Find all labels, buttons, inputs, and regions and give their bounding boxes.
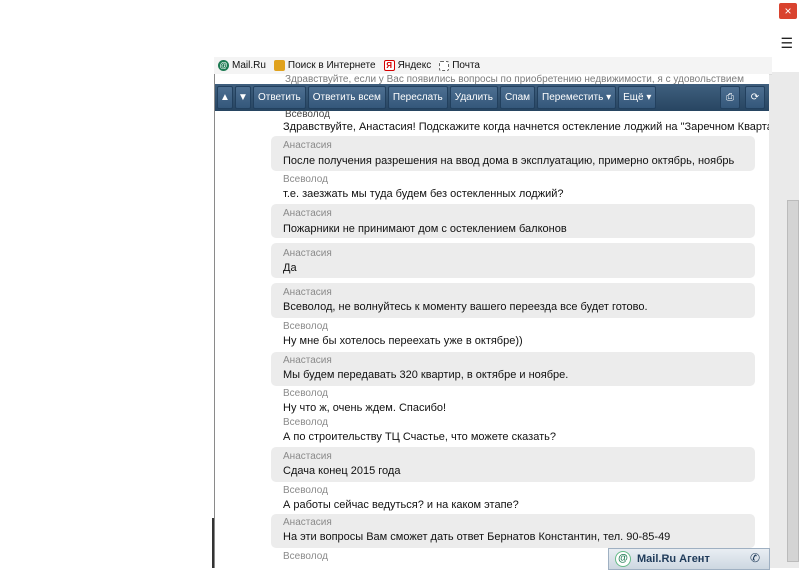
message-author: Всеволод [283,174,328,185]
message-item: Анастасия На эти вопросы Вам сможет дать… [271,514,755,548]
message-item: Всеволод А по строительству ТЦ Счастье, … [271,416,755,446]
prev-button[interactable]: ▲ [217,86,233,109]
link-label: Mail.Ru [232,60,266,71]
message-item: Всеволод А работы сейчас ведуться? и на … [271,484,755,514]
message-item: Анастасия Пожарники не принимают дом с о… [271,204,755,238]
message-text: Ну что ж, очень ждем. Спасибо! [283,402,447,414]
message-text: Здравствуйте, Анастасия! Подскажите когд… [283,121,769,133]
message-text: Пожарники не принимают дом с остеклением… [283,223,567,235]
mailru-icon: @ [218,60,229,71]
window-controls: × ☰ [777,0,799,60]
message-author: Всеволод [283,321,328,332]
scrollbar[interactable] [787,200,799,562]
link-label: Поиск в Интернете [287,60,376,71]
message-item: Анастасия Всеволод, не волнуйтесь к моме… [271,283,755,318]
message-text: Сдача конец 2015 года [283,465,401,477]
print-icon[interactable]: ⎙ [720,86,740,109]
agent-logo-icon: @ [615,551,631,567]
message-item: Всеволод Ну что ж, очень ждем. Спасибо! [271,387,755,417]
message-item: Здравствуйте, Анастасия! Подскажите когд… [271,118,769,136]
delete-button[interactable]: Удалить [449,86,498,109]
message-item: Анастасия Сдача конец 2015 года [271,447,755,482]
message-text: Мы будем передавать 320 квартир, в октяб… [283,369,569,381]
links-bar: @ Mail.Ru Поиск в Интернете Я Яндекс Поч… [214,57,772,75]
yandex-icon: Я [383,60,395,71]
message-author: Анастасия [283,517,332,528]
message-author: Всеволод [283,388,328,399]
link-label: Яндекс [397,60,432,71]
phone-icon[interactable]: ✆ [745,549,765,567]
chat-window: Здравствуйте, если у Вас появились вопро… [214,74,769,568]
toolbar-right: ⎙ ⟳ [718,86,765,109]
message-item: Всеволод т.е. заезжать мы туда будем без… [271,172,755,204]
message-text: Всеволод, не волнуйтесь к моменту вашего… [283,301,648,313]
message-text: т.е. заезжать мы туда будем без остеклен… [283,188,564,200]
message-author: Анастасия [283,355,332,366]
reply-button[interactable]: Ответить [253,86,306,109]
message-item: Всеволод Ну мне бы хотелось переехать уж… [271,320,755,350]
mail-icon [439,60,450,71]
message-author: Всеволод [283,417,328,428]
message-item: Анастасия После получения разрешения на … [271,136,755,171]
more-button[interactable]: Ещё ▾ [618,86,657,109]
link-mail[interactable]: Почта [439,60,480,71]
next-button[interactable]: ▼ [235,86,251,109]
message-author: Анастасия [283,248,332,259]
frame-edge [212,518,214,568]
message-text: Ну мне бы хотелось переехать уже в октяб… [283,335,523,347]
message-text: А по строительству ТЦ Счастье, что может… [283,431,556,443]
reply-all-button[interactable]: Ответить всем [307,86,386,109]
message-author: Анастасия [283,451,332,462]
agent-label: Mail.Ru Агент [637,553,710,565]
message-author: Анастасия [283,208,332,219]
message-text: После получения разрешения на ввод дома … [283,155,735,167]
message-text: На эти вопросы Вам сможет дать ответ Бер… [283,531,671,543]
close-icon[interactable]: × [779,3,797,19]
message-author: Всеволод [283,485,328,496]
link-label: Почта [452,60,480,71]
search-icon [273,60,285,71]
link-search[interactable]: Поиск в Интернете [273,60,376,71]
message-author: Анастасия [283,140,332,151]
message-item: Анастасия Да [271,243,755,278]
menu-icon[interactable]: ☰ [780,35,793,52]
message-author: Анастасия [283,287,332,298]
message-text: Да [283,262,297,274]
link-mailru[interactable]: @ Mail.Ru [218,60,266,71]
link-yandex[interactable]: Я Яндекс [383,60,432,71]
message-text: А работы сейчас ведуться? и на каком эта… [283,499,519,511]
forward-button[interactable]: Переслать [387,86,448,109]
move-button[interactable]: Переместить ▾ [537,86,617,109]
message-item: Анастасия Мы будем передавать 320 кварти… [271,352,755,386]
refresh-icon[interactable]: ⟳ [745,86,765,109]
spam-button[interactable]: Спам [499,86,536,109]
message-author: Всеволод [283,551,328,562]
mail-toolbar: ▲ ▼ Ответить Ответить всем Переслать Уда… [215,84,769,111]
